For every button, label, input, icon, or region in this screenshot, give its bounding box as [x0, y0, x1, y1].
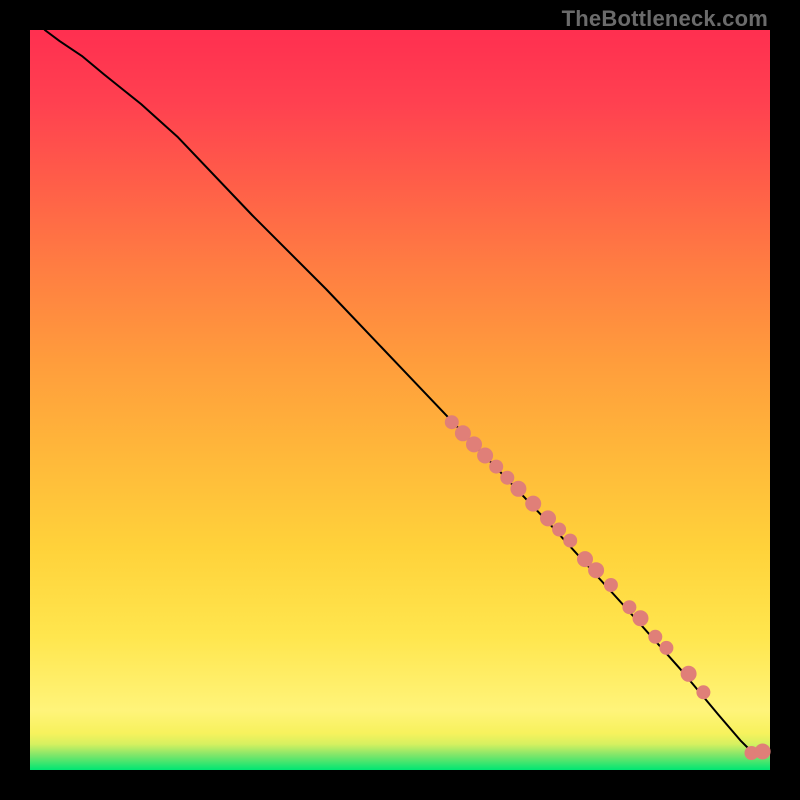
data-point — [540, 510, 556, 526]
data-point — [604, 578, 618, 592]
data-points — [445, 415, 771, 760]
plot-area — [30, 30, 770, 770]
watermark-text: TheBottleneck.com — [562, 6, 768, 32]
data-point — [489, 460, 503, 474]
data-point — [563, 534, 577, 548]
data-point — [525, 496, 541, 512]
data-point — [588, 562, 604, 578]
data-point — [648, 630, 662, 644]
data-point — [659, 641, 673, 655]
data-point — [477, 448, 493, 464]
data-point — [633, 610, 649, 626]
trend-line — [45, 30, 763, 755]
data-point — [681, 666, 697, 682]
data-point — [445, 415, 459, 429]
data-point — [552, 523, 566, 537]
chart-frame: TheBottleneck.com — [0, 0, 800, 800]
data-point — [622, 600, 636, 614]
data-point — [755, 744, 771, 760]
data-point — [696, 685, 710, 699]
chart-svg — [30, 30, 770, 770]
data-point — [510, 481, 526, 497]
data-point — [500, 471, 514, 485]
